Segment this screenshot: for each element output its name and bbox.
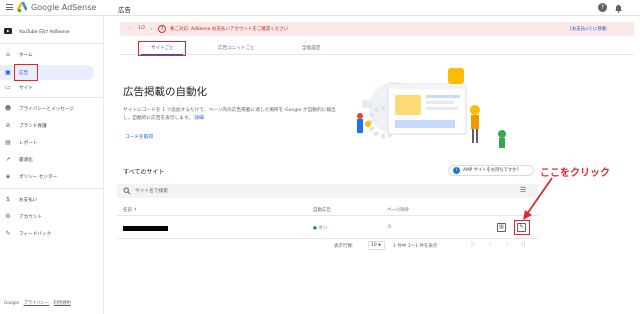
hero-description: サイトにコードを 1 つ追加するだけで、ページ内の広告掲載に適した場所を Goo… [123,107,338,123]
money-icon: $ [6,196,10,203]
privacy-link[interactable]: プライバシー [24,301,50,306]
sidebar-item-reports[interactable]: ▤ レポート [0,136,96,149]
prev-page-icon[interactable]: ‹ [489,241,491,248]
sidebar-item-label: ポリシー センター [19,174,58,180]
alert-banner: ‹ 1/2 › ! 要ご対応: AdSense お支払いアカウントをご確認くださ… [120,22,634,36]
sidebar-item-label: プライバシーとメッセージ [19,106,74,112]
sidebar-item-feedback[interactable]: ✎ フィードバック [0,227,96,240]
bell-icon[interactable] [614,3,623,13]
highlight-box [514,220,530,235]
gear-icon: ⚙ [5,213,11,220]
learn-more-link[interactable]: 詳細 [194,116,203,121]
col-name-label: 名前 [123,208,132,213]
search-input[interactable]: サイト名で検索 [135,188,168,194]
pagination: 表示行数: 10 ▼ 1 件中 1〜1 件を表示 |‹ ‹ › ›| [300,240,538,252]
col-header-page-exclusions: ページ除外 [387,208,410,213]
highlight-box [14,64,38,81]
sidebar-item-label: 最適化 [19,157,33,163]
rows-per-page-select[interactable]: 10 ▼ [368,241,385,250]
banner-pager: 1/2 [138,26,146,31]
shield-icon: ◈ [5,173,11,180]
people-icon: ☻ [4,105,12,112]
sidebar-item-brand-safety[interactable]: ⊘ ブランド保護 [0,119,96,132]
page-title: 広告 [118,6,131,14]
sidebar-item-label: レポート [19,140,38,146]
sites-icon: ▭ [5,84,11,91]
chevron-down-icon: ▼ [378,243,381,247]
info-icon: i [453,167,460,174]
tab-by-ad-unit[interactable]: 広告ユニットごと [218,45,255,51]
amp-button[interactable]: i AMP サイトをお持ちですか？ [448,165,534,176]
sites-section-title: すべてのサイト [123,169,165,176]
block-icon: ⊘ [5,122,11,129]
site-search-bar[interactable]: サイト名で検索 ☰ [117,184,538,198]
help-icon[interactable]: ? [598,3,607,12]
sidebar-item-label: サイト [19,85,33,91]
sidebar-item-privacy-messaging[interactable]: ☻ プライバシーとメッセージ [0,102,96,115]
divider [0,43,103,44]
next-page-icon[interactable]: › [506,241,508,248]
first-page-icon[interactable]: |‹ [471,241,475,248]
search-icon [123,187,131,195]
rows-per-page-label: 表示行数: [334,244,354,249]
sidebar-item-label: ブランド保護 [19,123,47,129]
page-exclusions-count: 0 [388,225,391,230]
sidebar-footer: Google プライバシー 利用規約 [4,300,71,306]
site-name-redacted [123,226,168,231]
auto-ads-status: ● オン [313,225,327,231]
divider [0,188,103,189]
amp-button-label: AMP サイトをお持ちですか？ [463,168,521,173]
tab-bar: サイトごと 広告ユニットごと 全般設定 [120,42,634,55]
sidebar: YouTube 向け AdSense ⌂ ホーム ▣ 広告 ▭ サイト ☻ プラ… [0,16,104,314]
sidebar-item-payments[interactable]: $ お支払い [0,193,96,206]
status-label: オン [318,226,328,231]
banner-action-link[interactable]: [お支払い] に移動 [570,26,606,32]
status-dot-icon: ● [313,226,317,231]
col-header-auto-ads: 自動広告 [313,208,331,213]
red-arrow-icon [523,177,553,220]
top-bar: Google AdSense 広告 ? [0,0,640,16]
rows-per-page-value: 10 [371,243,377,248]
footer-google: Google [4,301,20,306]
alert-icon: ! [158,25,166,33]
feedback-icon: ✎ [5,230,11,237]
pagination-range: 1 件中 1〜1 件を表示 [393,244,438,249]
sidebar-item-home[interactable]: ⌂ ホーム [0,48,96,61]
col-header-name[interactable]: 名前 ↑ [123,207,137,213]
hero-title: 広告掲載の自動化 [123,86,207,98]
adsense-logo-icon [17,2,27,13]
home-icon: ⌂ [6,51,10,58]
sidebar-item-policy-center[interactable]: ◈ ポリシー センター [0,170,96,183]
table-header: 名前 ↑ 自動広告 ページ除外 [117,203,538,216]
report-button[interactable]: ▥ [497,223,506,232]
next-icon[interactable]: › [150,26,152,32]
menu-icon[interactable] [6,4,13,10]
divider [0,97,103,98]
prev-icon[interactable]: ‹ [129,26,131,32]
hero-description-text: サイトにコードを 1 つ追加するだけで、ページ内の広告掲載に適した場所を Goo… [123,108,336,121]
sidebar-item-label: フィードバック [19,231,52,237]
tab-general-settings[interactable]: 全般設定 [302,45,320,51]
sidebar-item-optimization[interactable]: ↗ 最適化 [0,153,96,166]
terms-link[interactable]: 利用規約 [54,301,71,306]
banner-message: 要ご対応: AdSense お支払いアカウントをご確認ください [170,27,289,32]
sidebar-item-account[interactable]: ⚙ アカウント [0,210,96,223]
brand-name: Google AdSense [31,3,97,12]
report-icon: ▤ [5,139,11,146]
sidebar-item-sites[interactable]: ▭ サイト [0,81,96,94]
sidebar-item-label: ホーム [19,52,33,58]
account-name: YouTube 向け AdSense [19,29,70,35]
youtube-icon [4,27,12,36]
last-page-icon[interactable]: ›| [521,241,525,248]
trending-icon: ↗ [5,156,11,163]
get-code-link[interactable]: コードを取得 [125,134,153,140]
table-row: ● オン 0 ▥ ✎ [117,218,538,239]
sidebar-item-label: お支払い [19,197,38,203]
highlight-box [138,41,186,56]
auto-ads-illustration [357,68,506,148]
sidebar-item-label: アカウント [19,214,42,220]
account-selector[interactable]: YouTube 向け AdSense [0,25,96,38]
sort-up-icon: ↑ [133,208,138,213]
ads-icon: ▣ [5,69,11,76]
